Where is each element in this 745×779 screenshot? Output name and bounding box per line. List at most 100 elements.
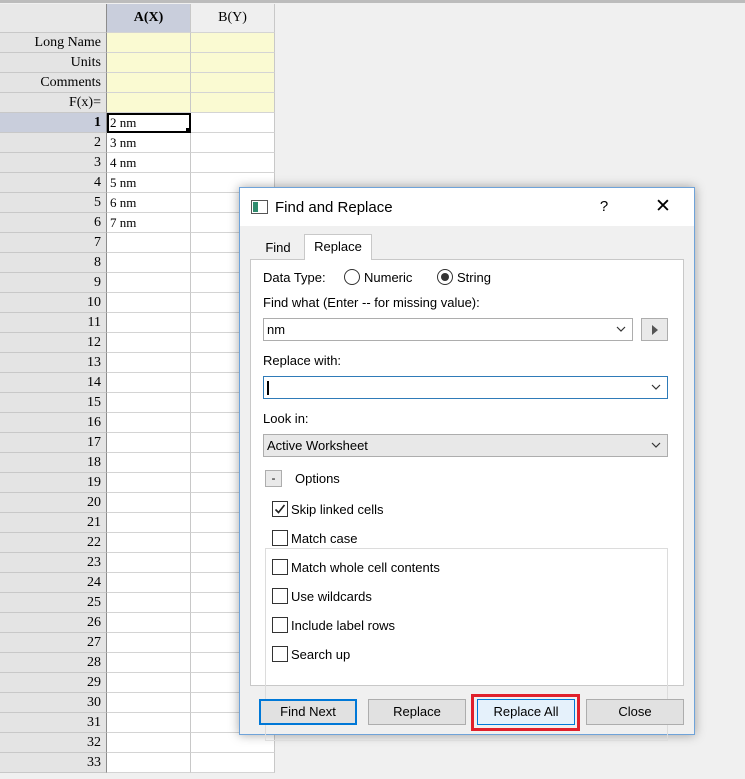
row-number[interactable]: 10 (0, 293, 107, 313)
option-checkbox[interactable] (272, 559, 288, 575)
label-cell[interactable] (107, 73, 191, 93)
row-number[interactable]: 22 (0, 533, 107, 553)
row-number[interactable]: 2 (0, 133, 107, 153)
cell-b[interactable] (191, 733, 275, 753)
row-number[interactable]: 25 (0, 593, 107, 613)
row-number[interactable]: 6 (0, 213, 107, 233)
cell-a[interactable] (107, 693, 191, 713)
cell-a[interactable] (107, 333, 191, 353)
cell-a[interactable] (107, 593, 191, 613)
dialog-titlebar[interactable]: Find and Replace ? ✕ (240, 188, 694, 226)
corner-cell[interactable] (0, 4, 107, 33)
cell-a[interactable] (107, 533, 191, 553)
row-number[interactable]: 16 (0, 413, 107, 433)
close-icon[interactable]: ✕ (652, 196, 674, 218)
cell-a[interactable] (107, 473, 191, 493)
cell-a[interactable]: 5 nm (107, 173, 191, 193)
cell-a[interactable]: 6 nm (107, 193, 191, 213)
cell-a[interactable] (107, 273, 191, 293)
cell-b[interactable] (191, 133, 275, 153)
label-row-header[interactable]: Long Name (0, 33, 107, 53)
label-cell[interactable] (107, 33, 191, 53)
option-label[interactable]: Include label rows (291, 618, 395, 633)
column-header-b[interactable]: B(Y) (191, 4, 275, 33)
option-label[interactable]: Skip linked cells (291, 502, 384, 517)
label-row-header[interactable]: Comments (0, 73, 107, 93)
option-checkbox[interactable] (272, 646, 288, 662)
cell-a[interactable]: 2 nm (107, 113, 191, 133)
row-number[interactable]: 13 (0, 353, 107, 373)
label-cell[interactable] (107, 53, 191, 73)
label-cell[interactable] (191, 53, 275, 73)
row-number[interactable]: 27 (0, 633, 107, 653)
numeric-radio[interactable] (344, 269, 360, 285)
row-number[interactable]: 11 (0, 313, 107, 333)
cell-a[interactable] (107, 233, 191, 253)
row-number[interactable]: 5 (0, 193, 107, 213)
cell-a[interactable] (107, 253, 191, 273)
column-header-a[interactable]: A(X) (107, 4, 191, 33)
replace-with-combobox[interactable] (263, 376, 668, 399)
cell-b[interactable] (191, 153, 275, 173)
string-radio-label[interactable]: String (457, 270, 491, 285)
find-what-combobox[interactable]: nm (263, 318, 633, 341)
row-number[interactable]: 7 (0, 233, 107, 253)
row-number[interactable]: 3 (0, 153, 107, 173)
cell-a[interactable] (107, 413, 191, 433)
option-label[interactable]: Match whole cell contents (291, 560, 440, 575)
string-radio[interactable] (437, 269, 453, 285)
row-number[interactable]: 28 (0, 653, 107, 673)
cell-a[interactable] (107, 653, 191, 673)
chevron-down-icon[interactable] (651, 377, 661, 398)
row-number[interactable]: 8 (0, 253, 107, 273)
cell-a[interactable] (107, 713, 191, 733)
row-number[interactable]: 26 (0, 613, 107, 633)
cell-a[interactable] (107, 633, 191, 653)
cell-a[interactable] (107, 393, 191, 413)
help-button[interactable]: ? (594, 197, 614, 217)
row-number[interactable]: 14 (0, 373, 107, 393)
row-number[interactable]: 32 (0, 733, 107, 753)
cell-a[interactable] (107, 453, 191, 473)
close-button[interactable]: Close (586, 699, 684, 725)
cell-a[interactable] (107, 433, 191, 453)
option-label[interactable]: Search up (291, 647, 350, 662)
label-row-header[interactable]: Units (0, 53, 107, 73)
numeric-radio-label[interactable]: Numeric (364, 270, 412, 285)
cell-a[interactable] (107, 293, 191, 313)
label-cell[interactable] (191, 93, 275, 113)
find-next-button[interactable]: Find Next (259, 699, 357, 725)
cell-a[interactable] (107, 553, 191, 573)
row-number[interactable]: 4 (0, 173, 107, 193)
cell-a[interactable] (107, 313, 191, 333)
chevron-down-icon[interactable] (651, 435, 661, 456)
row-number[interactable]: 12 (0, 333, 107, 353)
cell-a[interactable]: 4 nm (107, 153, 191, 173)
cell-a[interactable] (107, 733, 191, 753)
cell-b[interactable] (191, 113, 275, 133)
row-number[interactable]: 33 (0, 753, 107, 773)
option-checkbox[interactable] (272, 588, 288, 604)
label-cell[interactable] (107, 93, 191, 113)
label-cell[interactable] (191, 33, 275, 53)
cell-a[interactable] (107, 753, 191, 773)
row-number[interactable]: 17 (0, 433, 107, 453)
options-collapse-button[interactable]: - (265, 470, 282, 487)
cell-a[interactable] (107, 493, 191, 513)
option-checkbox[interactable] (272, 530, 288, 546)
option-checkbox[interactable] (272, 617, 288, 633)
cell-b[interactable] (191, 753, 275, 773)
row-number[interactable]: 1 (0, 113, 107, 133)
row-number[interactable]: 9 (0, 273, 107, 293)
chevron-down-icon[interactable] (616, 319, 626, 340)
cell-a[interactable] (107, 513, 191, 533)
row-number[interactable]: 20 (0, 493, 107, 513)
row-number[interactable]: 30 (0, 693, 107, 713)
row-number[interactable]: 23 (0, 553, 107, 573)
row-number[interactable]: 18 (0, 453, 107, 473)
row-number[interactable]: 31 (0, 713, 107, 733)
cell-a[interactable] (107, 673, 191, 693)
tab-replace[interactable]: Replace (304, 234, 372, 260)
row-number[interactable]: 21 (0, 513, 107, 533)
label-cell[interactable] (191, 73, 275, 93)
